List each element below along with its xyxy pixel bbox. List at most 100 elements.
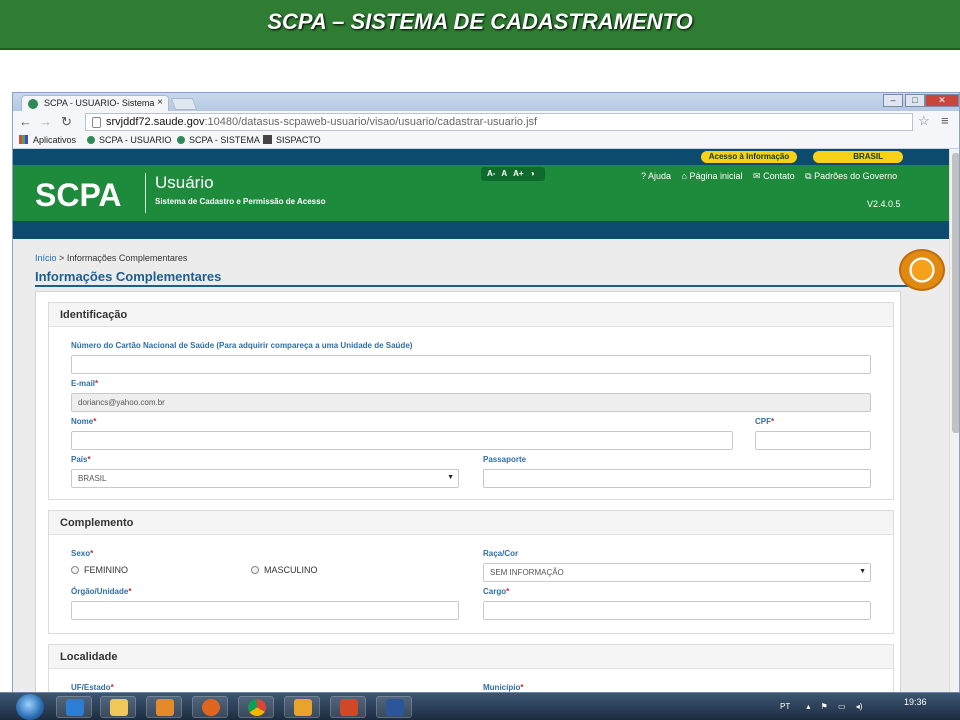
- passaporte-label: Passaporte: [483, 455, 527, 464]
- breadcrumb-home[interactable]: Início: [35, 253, 57, 263]
- acesso-informacao-link[interactable]: Acesso à Informação: [701, 151, 797, 163]
- address-bar[interactable]: srvjddf72.saude.gov:10480/datasus-scpawe…: [85, 113, 913, 131]
- pais-selected: BRASIL: [78, 474, 107, 483]
- pais-label: País*: [71, 455, 91, 464]
- ie-icon: [66, 699, 84, 716]
- radio-masculino[interactable]: MASCULINO: [251, 565, 318, 575]
- taskbar-word[interactable]: [376, 696, 412, 718]
- browser-menu-icon[interactable]: ≡: [941, 113, 949, 128]
- bookmark-star-icon[interactable]: ☆: [918, 113, 930, 129]
- bookmark-scpa-usuario[interactable]: SCPA - USUARIO: [87, 135, 171, 145]
- contact-link[interactable]: ✉ Contato: [753, 171, 795, 181]
- bookmark-apps[interactable]: Aplicativos: [19, 135, 76, 145]
- bookmarks-bar: Aplicativos SCPA - USUARIO SCPA - SISTEM…: [13, 133, 959, 149]
- home-link[interactable]: ⌂ Página inicial: [682, 171, 743, 181]
- volume-icon[interactable]: ◂): [856, 702, 863, 711]
- municipio-label: Município*: [483, 683, 524, 692]
- taskbar-explorer[interactable]: [100, 696, 136, 718]
- folder-icon: [110, 699, 128, 716]
- breadcrumb: Início > Informações Complementares: [35, 253, 187, 263]
- bookmark-sispacto[interactable]: SISPACTO: [263, 135, 321, 145]
- browser-tab[interactable]: SCPA - USUARIO- Sistema ×: [21, 95, 169, 111]
- taskbar-powerpoint[interactable]: [330, 696, 366, 718]
- pais-select[interactable]: BRASIL ▼: [71, 469, 459, 488]
- email-field[interactable]: doriancs@yahoo.com.br: [71, 393, 871, 412]
- close-tab-icon[interactable]: ×: [157, 97, 163, 108]
- chevron-down-icon: ▼: [447, 474, 454, 481]
- taskbar-outlook[interactable]: [284, 696, 320, 718]
- uf-label: UF/Estado*: [71, 683, 114, 692]
- font-decrease-button[interactable]: A-: [487, 169, 495, 178]
- app-name: Usuário: [155, 173, 214, 192]
- browser-toolbar: ← → ↻ srvjddf72.saude.gov:10480/datasus-…: [13, 111, 959, 133]
- brasil-link[interactable]: BRASIL: [813, 151, 903, 163]
- minimize-icon[interactable]: –: [883, 94, 903, 107]
- tab-title: SCPA - USUARIO- Sistema: [44, 98, 155, 108]
- scrollbar-thumb[interactable]: [952, 153, 959, 433]
- ministry-seal-icon: [899, 249, 945, 291]
- tray-up-icon[interactable]: ▴: [806, 702, 810, 711]
- orgao-label: Órgão/Unidade*: [71, 587, 132, 596]
- apps-grid-icon: [19, 135, 28, 144]
- powerpoint-icon: [340, 699, 358, 716]
- radio-icon: [251, 566, 259, 574]
- help-link[interactable]: ? Ajuda: [641, 171, 671, 181]
- browser-window: SCPA - USUARIO- Sistema × – □ ✕ ← → ↻ sr…: [12, 92, 960, 700]
- taskbar-ie[interactable]: [56, 696, 92, 718]
- language-indicator[interactable]: PT: [780, 702, 790, 711]
- section-title: Localidade: [49, 645, 893, 669]
- page-viewport: Acesso à Informação BRASIL SCPA Usuário …: [13, 149, 949, 699]
- taskbar-chrome[interactable]: [238, 696, 274, 718]
- new-tab-button[interactable]: [170, 98, 198, 110]
- font-reset-button[interactable]: A: [501, 169, 507, 178]
- nome-input[interactable]: [71, 431, 733, 450]
- media-player-icon: [156, 699, 174, 716]
- cpf-input[interactable]: [755, 431, 871, 450]
- taskbar-firefox[interactable]: [192, 696, 228, 718]
- orgao-input[interactable]: [71, 601, 459, 620]
- back-arrow-icon[interactable]: ←: [19, 114, 32, 129]
- font-increase-button[interactable]: A+: [513, 169, 523, 178]
- raca-label: Raça/Cor: [483, 549, 519, 558]
- sexo-label: Sexo*: [71, 549, 94, 558]
- start-button[interactable]: [16, 694, 44, 720]
- raca-select[interactable]: SEM INFORMAÇÃO ▼: [483, 563, 871, 582]
- passaporte-input[interactable]: [483, 469, 871, 488]
- app-version: V2.4.0.5: [867, 199, 901, 209]
- section-identificacao: Identificação Número do Cartão Nacional …: [48, 302, 894, 500]
- chevron-down-icon: ▼: [859, 568, 866, 575]
- radio-feminino[interactable]: FEMININO: [71, 565, 128, 575]
- vertical-scrollbar[interactable]: [949, 149, 959, 699]
- reload-icon[interactable]: ↻: [61, 114, 72, 130]
- maximize-icon[interactable]: □: [905, 94, 925, 107]
- app-subtitle: Sistema de Cadastro e Permissão de Acess…: [155, 197, 326, 206]
- url-path: :10480/datasus-scpaweb-usuario/visao/usu…: [204, 116, 538, 128]
- nome-label: Nome*: [71, 417, 97, 426]
- favicon-icon: [87, 136, 95, 144]
- cns-label: Número do Cartão Nacional de Saúde (Para…: [71, 341, 413, 350]
- taskbar-clock[interactable]: 19:36: [904, 697, 927, 707]
- system-tray: PT ▴ ⚑ ▭ ◂): [780, 702, 862, 711]
- header-divider: [145, 173, 146, 213]
- contrast-icon[interactable]: ◑: [530, 169, 535, 178]
- close-window-icon[interactable]: ✕: [925, 94, 959, 107]
- outlook-icon: [294, 699, 312, 716]
- bookmark-scpa-sistema[interactable]: SCPA - SISTEMA: [177, 135, 260, 145]
- font-size-controls: A- A A+ ◑: [481, 167, 545, 181]
- forward-arrow-icon[interactable]: →: [39, 114, 52, 129]
- tab-strip: SCPA - USUARIO- Sistema × – □ ✕: [13, 93, 959, 111]
- favicon-icon: [28, 99, 38, 109]
- cargo-input[interactable]: [483, 601, 871, 620]
- favicon-icon: [177, 136, 185, 144]
- gov-standards-link[interactable]: ⧉ Padrões do Governo: [805, 171, 897, 181]
- cns-input[interactable]: [71, 355, 871, 374]
- network-icon[interactable]: ▭: [838, 702, 846, 711]
- breadcrumb-separator: >: [59, 253, 65, 263]
- scpa-logo[interactable]: SCPA: [35, 177, 122, 214]
- flag-icon[interactable]: ⚑: [821, 702, 828, 711]
- taskbar-media[interactable]: [146, 696, 182, 718]
- gov-bar: Acesso à Informação BRASIL: [13, 149, 949, 165]
- raca-selected: SEM INFORMAÇÃO: [490, 568, 564, 577]
- header-links: ? Ajuda ⌂ Página inicial ✉ Contato ⧉ Pad…: [641, 171, 905, 182]
- breadcrumb-current: Informações Complementares: [66, 253, 188, 263]
